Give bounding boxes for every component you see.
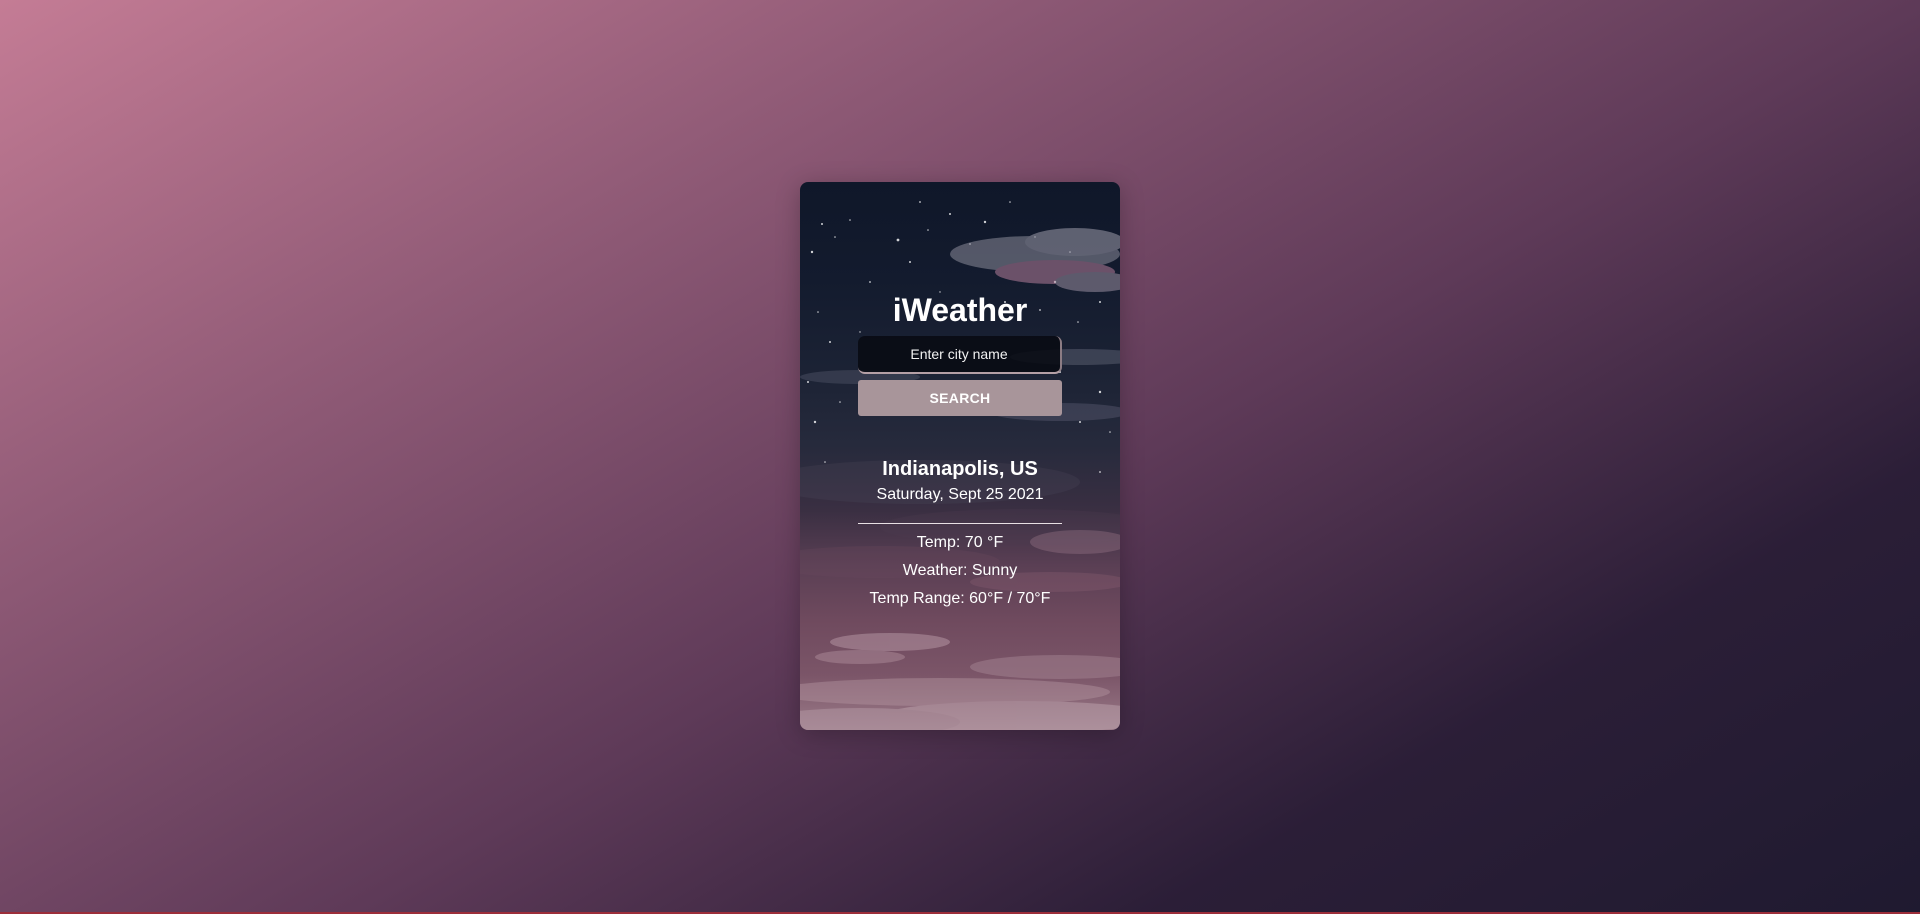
card-content: iWeather SEARCH Indianapolis, US Saturda…: [800, 182, 1120, 730]
temperature-range-text: Temp Range: 60°F / 70°F: [869, 590, 1051, 607]
location-name: Indianapolis, US: [882, 458, 1038, 480]
divider: [858, 523, 1062, 524]
city-search-input[interactable]: [858, 336, 1062, 374]
current-date: Saturday, Sept 25 2021: [876, 486, 1044, 503]
weather-card: iWeather SEARCH Indianapolis, US Saturda…: [800, 182, 1120, 730]
app-title: iWeather: [892, 292, 1028, 328]
weather-condition-text: Weather: Sunny: [902, 562, 1018, 579]
temperature-text: Temp: 70 °F: [916, 534, 1004, 551]
search-button[interactable]: SEARCH: [858, 380, 1062, 416]
